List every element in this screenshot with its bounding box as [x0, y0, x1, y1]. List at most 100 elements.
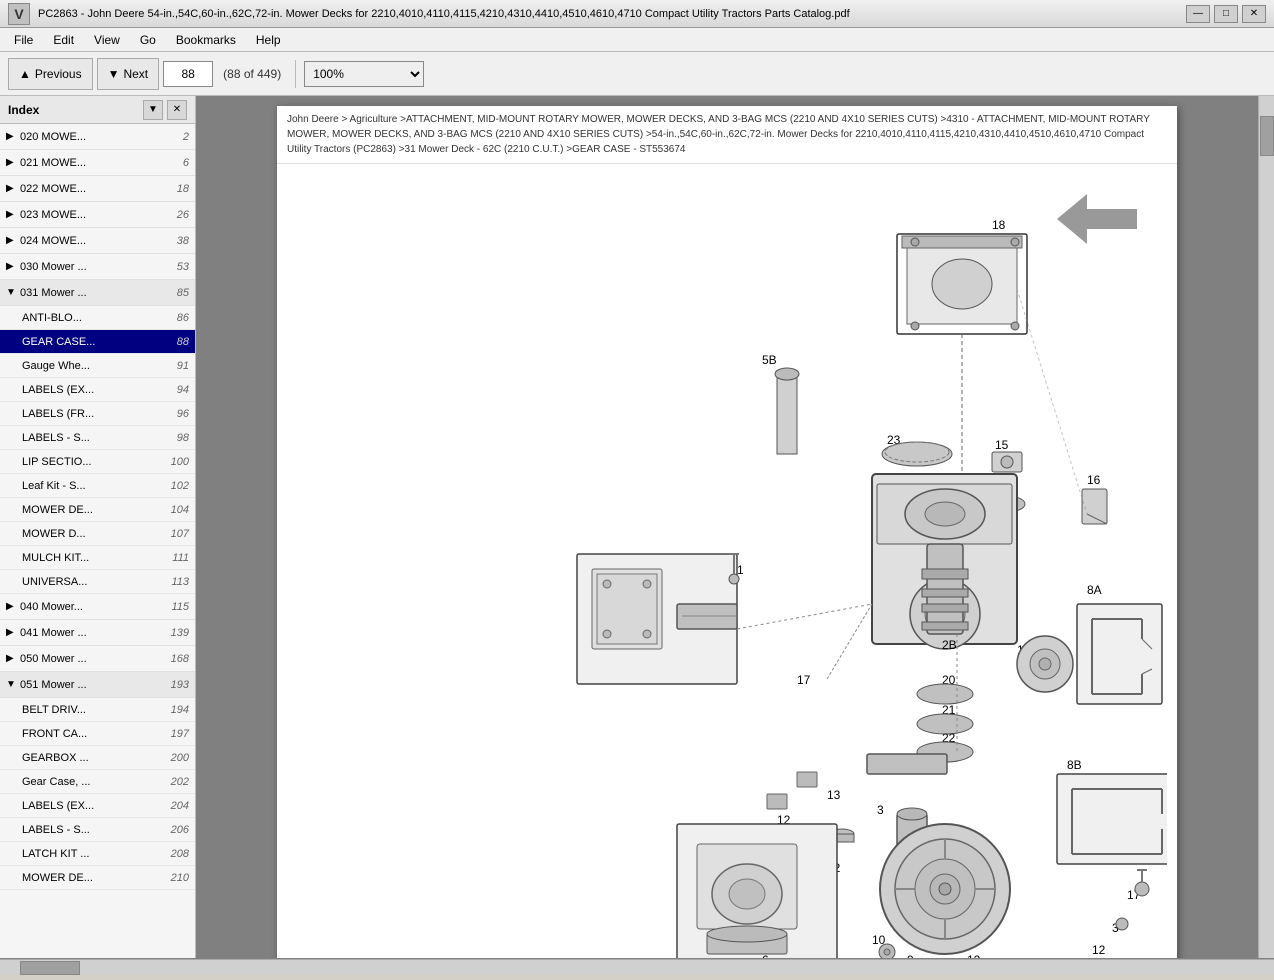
- sidebar-item-020[interactable]: ▶020 MOWE...2: [0, 124, 195, 150]
- sidebar-item-022[interactable]: ▶022 MOWE...18: [0, 176, 195, 202]
- toggle-icon: ▶: [6, 209, 20, 220]
- close-button[interactable]: ✕: [1242, 5, 1266, 23]
- sidebar-subitem-page: 104: [171, 504, 189, 516]
- sidebar-subitem-051-latchkit[interactable]: LATCH KIT ... 208: [0, 842, 195, 866]
- sidebar-subitem-031-labelsfr[interactable]: LABELS (FR...96: [0, 402, 195, 426]
- sidebar-subitem-page: 208: [171, 848, 189, 860]
- toggle-icon: ▶: [6, 601, 20, 612]
- sidebar-item-page: 53: [177, 261, 189, 273]
- prev-arrow-icon: ▲: [19, 67, 31, 81]
- sidebar-subitem-031-leafkit[interactable]: Leaf Kit - S...102: [0, 474, 195, 498]
- sidebar-item-040[interactable]: ▶040 Mower...115: [0, 594, 195, 620]
- sidebar-subitem-label: LIP SECTIO...: [22, 456, 167, 468]
- sidebar-subitem-page: 91: [177, 360, 189, 372]
- sidebar-close-button[interactable]: ✕: [167, 100, 187, 120]
- sidebar-subitem-label: UNIVERSA...: [22, 576, 167, 588]
- sidebar-subitem-label: LABELS - S...: [22, 824, 167, 836]
- toolbar: ▲ Previous ▼ Next (88 of 449) 50%75%100%…: [0, 52, 1274, 96]
- sidebar-subitem-031-lipsec[interactable]: LIP SECTIO... 100: [0, 450, 195, 474]
- sidebar-subitem-031-antiblo[interactable]: ANTI-BLO...86: [0, 306, 195, 330]
- sidebar-subitem-page: 111: [172, 552, 189, 564]
- sidebar-subitem-031-mowerde1[interactable]: MOWER DE... 104: [0, 498, 195, 522]
- sidebar-subitem-label: Gear Case, ...: [22, 776, 167, 788]
- sidebar-item-050[interactable]: ▶050 Mower ...168: [0, 646, 195, 672]
- svg-text:16: 16: [1087, 473, 1101, 487]
- content-area[interactable]: John Deere > Agriculture >ATTACHMENT, MI…: [196, 96, 1258, 958]
- sidebar-subitem-page: 102: [171, 480, 189, 492]
- toggle-icon: ▶: [6, 261, 20, 272]
- sidebar-subitem-page: 88: [177, 336, 189, 348]
- menu-item-edit[interactable]: Edit: [43, 31, 84, 49]
- zoom-select[interactable]: 50%75%100%125%150%200%: [304, 61, 424, 87]
- sidebar-item-024[interactable]: ▶024 MOWE...38: [0, 228, 195, 254]
- sidebar-subitem-label: LABELS - S...: [22, 432, 173, 444]
- sidebar-subitem-page: 98: [177, 432, 189, 444]
- sidebar-subitem-031-labelsex[interactable]: LABELS (EX...94: [0, 378, 195, 402]
- page-count: (88 of 449): [217, 67, 287, 81]
- prev-button[interactable]: ▲ Previous: [8, 58, 93, 90]
- next-arrow-icon: ▼: [108, 67, 120, 81]
- svg-text:12: 12: [967, 953, 981, 958]
- sidebar-subitem-031-gearcase[interactable]: GEAR CASE... 88: [0, 330, 195, 354]
- sidebar-subitem-label: MOWER DE...: [22, 504, 167, 516]
- toggle-icon: ▶: [6, 157, 20, 168]
- sidebar-subitem-051-beltdriv[interactable]: BELT DRIV...194: [0, 698, 195, 722]
- sidebar-subitem-031-universal[interactable]: UNIVERSA...113: [0, 570, 195, 594]
- maximize-button[interactable]: □: [1214, 5, 1238, 23]
- sidebar-item-page: 139: [171, 627, 189, 639]
- sidebar-subitem-051-gearcase202[interactable]: Gear Case, ...202: [0, 770, 195, 794]
- next-button[interactable]: ▼ Next: [97, 58, 160, 90]
- sidebar-item-page: 193: [171, 679, 189, 691]
- svg-text:2B: 2B: [942, 638, 957, 652]
- sidebar-subitem-051-gearbox[interactable]: GEARBOX ...200: [0, 746, 195, 770]
- sidebar-subitem-051-frontca[interactable]: FRONT CA...197: [0, 722, 195, 746]
- menu-item-view[interactable]: View: [84, 31, 130, 49]
- sidebar-subitem-label: Gauge Whe...: [22, 360, 173, 372]
- menu-item-help[interactable]: Help: [246, 31, 291, 49]
- sidebar-subitem-page: 100: [171, 456, 189, 468]
- sidebar-item-label: 040 Mower...: [20, 601, 167, 613]
- diagram-area: 18 5B 23: [277, 164, 1177, 958]
- sidebar-item-page: 18: [177, 183, 189, 195]
- sidebar-subitem-label: FRONT CA...: [22, 728, 167, 740]
- sidebar-item-023[interactable]: ▶023 MOWE...26: [0, 202, 195, 228]
- page-input[interactable]: [163, 61, 213, 87]
- sidebar-item-label: 041 Mower ...: [20, 627, 167, 639]
- sidebar-item-041[interactable]: ▶041 Mower ...139: [0, 620, 195, 646]
- sidebar-item-030[interactable]: ▶030 Mower ...53: [0, 254, 195, 280]
- svg-text:6: 6: [762, 953, 769, 958]
- horizontal-scrollbar[interactable]: [0, 959, 1274, 975]
- h-scroll-thumb[interactable]: [20, 961, 80, 975]
- svg-text:12: 12: [1092, 943, 1106, 957]
- sidebar-subitem-label: GEAR CASE...: [22, 336, 173, 348]
- menu-item-go[interactable]: Go: [130, 31, 166, 49]
- sidebar-collapse-button[interactable]: ▼: [143, 100, 163, 120]
- vertical-scrollbar[interactable]: [1258, 96, 1274, 958]
- toggle-icon: ▼: [6, 679, 20, 690]
- sidebar-subitem-031-gaugewhe[interactable]: Gauge Whe... 91: [0, 354, 195, 378]
- main-layout: Index ▼ ✕ ▶020 MOWE...2▶021 MOWE...6▶022…: [0, 96, 1274, 958]
- next-label: Next: [123, 67, 148, 81]
- sidebar-subitem-051-labelss[interactable]: LABELS - S...206: [0, 818, 195, 842]
- sidebar-subitem-label: MULCH KIT...: [22, 552, 168, 564]
- title-bar: V PC2863 - John Deere 54-in.,54C,60-in.,…: [0, 0, 1274, 28]
- sidebar-item-page: 26: [177, 209, 189, 221]
- sidebar-subitem-031-mulchkit[interactable]: MULCH KIT... 111: [0, 546, 195, 570]
- sidebar-item-021[interactable]: ▶021 MOWE...6: [0, 150, 195, 176]
- sidebar-subitem-label: GEARBOX ...: [22, 752, 167, 764]
- menu-item-file[interactable]: File: [4, 31, 43, 49]
- sidebar-subitem-051-labelsex[interactable]: LABELS (EX...204: [0, 794, 195, 818]
- scroll-thumb[interactable]: [1260, 116, 1274, 156]
- sidebar-item-031[interactable]: ▼031 Mower ...85: [0, 280, 195, 306]
- sidebar-item-051[interactable]: ▼051 Mower ...193: [0, 672, 195, 698]
- toolbar-separator: [295, 60, 296, 88]
- sidebar-subitem-page: 94: [177, 384, 189, 396]
- sidebar-subitem-031-labelss[interactable]: LABELS - S... 98: [0, 426, 195, 450]
- sidebar-subitem-031-mowerd2[interactable]: MOWER D...107: [0, 522, 195, 546]
- minimize-button[interactable]: —: [1186, 5, 1210, 23]
- title-bar-buttons: — □ ✕: [1186, 5, 1266, 23]
- svg-text:18: 18: [992, 218, 1006, 232]
- sidebar-subitem-label: LATCH KIT ...: [22, 848, 167, 860]
- sidebar-subitem-051-mowerde[interactable]: MOWER DE...210: [0, 866, 195, 890]
- menu-item-bookmarks[interactable]: Bookmarks: [166, 31, 246, 49]
